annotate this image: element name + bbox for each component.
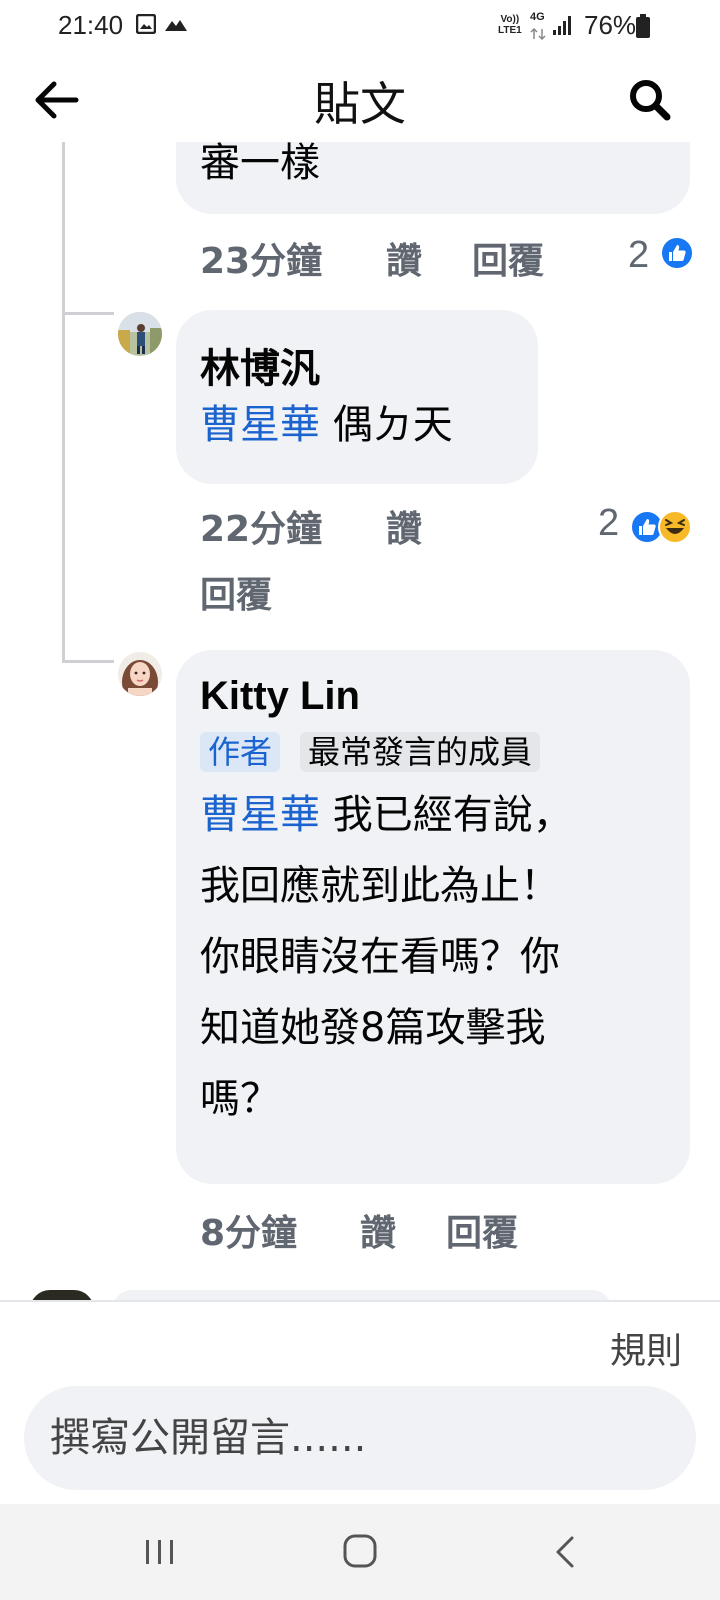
mention-link[interactable]: 曹星華: [200, 792, 320, 838]
avatar[interactable]: [118, 312, 162, 356]
top-app-bar-overlay: 貼文: [0, 54, 720, 144]
comment-text-line: 我回應就到此為止！: [200, 863, 560, 909]
home-button[interactable]: [330, 1530, 390, 1574]
comment-text-line: 知道她發8篇攻擊我: [200, 1005, 546, 1051]
recent-apps-button[interactable]: [130, 1530, 190, 1574]
like-reaction-icon: [660, 236, 694, 270]
network-type: 4G: [530, 11, 545, 23]
search-icon: [630, 80, 671, 121]
comment-author[interactable]: Kitty Lin: [200, 674, 360, 719]
comment-text-line: 曹星華 我已經有說，: [200, 792, 573, 838]
status-time: 21:40: [58, 10, 124, 40]
comment-bubble[interactable]: Kitty Lin 作者 最常發言的成員 曹星華 我已經有說， 我回應就到此為止…: [176, 650, 690, 1184]
reply-link[interactable]: 回覆: [446, 1204, 518, 1256]
comment-text-line: 你眼睛沒在看嗎？你: [200, 934, 560, 980]
comment-author[interactable]: 林博汎: [200, 336, 320, 394]
like-link[interactable]: 讚: [386, 500, 422, 552]
search-button[interactable]: [622, 72, 678, 128]
comment-timestamp: 8分鐘: [200, 1213, 298, 1254]
thread-line: [62, 142, 65, 152]
comment-bubble[interactable]: 林博汎 曹星華 偶ㄉ天: [176, 310, 538, 484]
like-link[interactable]: 讚: [360, 1204, 396, 1256]
avatar[interactable]: [118, 652, 162, 696]
reply-link[interactable]: 回覆: [472, 232, 544, 284]
comment-timestamp: 22分鐘: [200, 509, 323, 550]
mention-link[interactable]: 曹星華: [200, 402, 320, 448]
image-notification-icon: [135, 13, 157, 38]
page-title: 貼文: [314, 77, 406, 131]
thread-connector: [62, 660, 114, 663]
reply-link[interactable]: 回覆: [200, 566, 272, 618]
system-nav-bar: [0, 1504, 720, 1600]
home-icon: [343, 1534, 377, 1568]
thread-connector: [62, 312, 114, 315]
comment-timestamp: 23分鐘: [200, 241, 323, 282]
data-arrows-icon: [530, 25, 546, 44]
top-contributor-badge: 最常發言的成員: [300, 732, 541, 772]
reaction-count[interactable]: 2: [598, 502, 619, 545]
comment-text: 曹星華 偶ㄉ天: [200, 402, 453, 448]
author-badge: 作者: [200, 732, 281, 772]
status-bar: 21:40 Vo)) LTE1 4G 76%: [0, 0, 720, 54]
comment-text: 曹星華 我已經有說， 我回應就到此為止！ 你眼睛沒在看嗎？你 知道她發8篇攻擊我…: [200, 780, 573, 1135]
thread-line: [62, 144, 65, 662]
recent-apps-icon: [146, 1540, 173, 1564]
rules-link[interactable]: 規則: [610, 1322, 682, 1374]
reaction-count[interactable]: 2: [628, 234, 649, 277]
volte-indicator: Vo)) LTE1: [498, 14, 522, 36]
comment-text-line: 嗎？: [200, 1076, 280, 1122]
haha-reaction-icon: [658, 510, 692, 544]
nav-back-button[interactable]: [536, 1530, 596, 1574]
like-link[interactable]: 讚: [386, 232, 422, 284]
comment-input[interactable]: [24, 1386, 696, 1490]
battery-percent: 76%: [584, 10, 637, 40]
mountain-notification-icon: [164, 16, 188, 36]
battery-icon: [636, 14, 650, 42]
chevron-left-icon: [556, 1536, 574, 1568]
signal-icon: [552, 14, 574, 40]
